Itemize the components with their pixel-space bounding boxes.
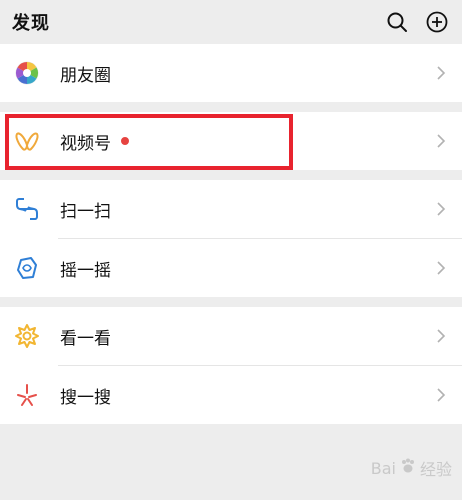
chevron-right-icon [437, 202, 446, 216]
chevron-right-icon [437, 329, 446, 343]
menu-item-label: 视频号 [60, 133, 111, 154]
top-stories-icon [14, 323, 40, 349]
menu-item-label: 扫一扫 [60, 201, 111, 222]
search-spark-icon [14, 382, 40, 408]
section-gap [0, 170, 462, 180]
watermark-text: 经验 [419, 460, 452, 479]
menu-item-label: 搜一搜 [60, 387, 111, 408]
shake-icon [14, 255, 40, 281]
scan-icon [14, 196, 40, 222]
section-gap [0, 102, 462, 112]
menu-item-shake[interactable]: 摇一摇 [0, 239, 462, 297]
menu-item-label: 朋友圈 [60, 65, 111, 86]
menu-item-top-stories[interactable]: 看一看 [0, 307, 462, 365]
paw-icon [399, 457, 417, 479]
group-scan-shake: 扫一扫 摇一摇 [0, 180, 462, 297]
menu-item-label: 摇一摇 [60, 260, 111, 281]
group-channels: 视频号 [0, 112, 462, 170]
header-actions [386, 11, 448, 33]
chevron-right-icon [437, 388, 446, 402]
plus-circle-icon[interactable] [426, 11, 448, 33]
page-title: 发现 [12, 13, 50, 34]
menu-item-label: 看一看 [60, 328, 111, 349]
menu-item-scan[interactable]: 扫一扫 [0, 180, 462, 238]
channels-butterfly-icon [14, 128, 40, 154]
menu-item-search[interactable]: 搜一搜 [0, 366, 462, 424]
chevron-right-icon [437, 261, 446, 275]
moments-aperture-icon [14, 60, 40, 86]
new-badge-dot [121, 137, 129, 145]
chevron-right-icon [437, 66, 446, 80]
chevron-right-icon [437, 134, 446, 148]
group-stories-search: 看一看 搜一搜 [0, 307, 462, 424]
search-icon[interactable] [386, 11, 408, 33]
group-moments: 朋友圈 [0, 44, 462, 102]
watermark-text: Bai [370, 458, 396, 478]
top-bar: 发现 [0, 0, 462, 44]
section-gap [0, 297, 462, 307]
menu-item-channels[interactable]: 视频号 [0, 112, 462, 170]
menu-item-moments[interactable]: 朋友圈 [0, 44, 462, 102]
watermark: Bai 经验 [371, 456, 452, 480]
